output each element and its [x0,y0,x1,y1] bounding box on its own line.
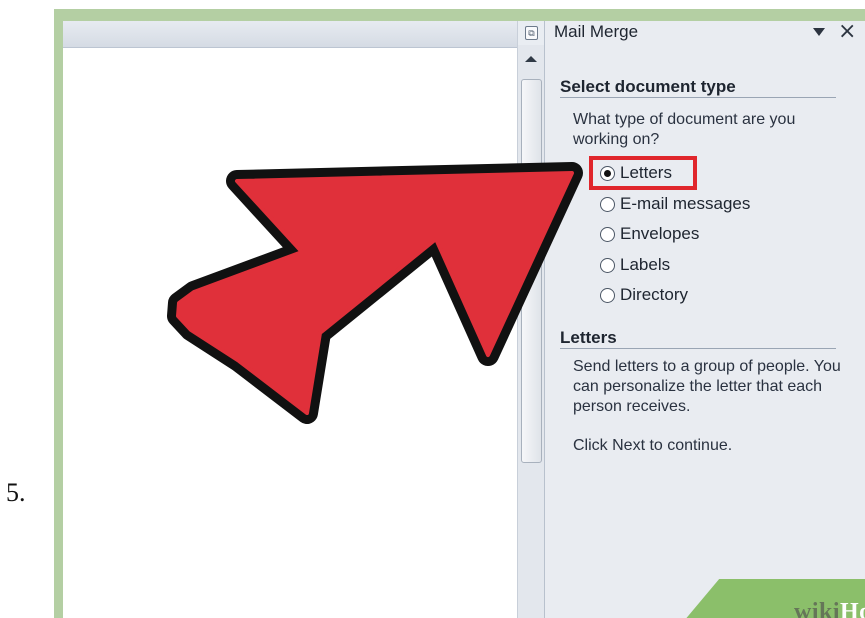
pointer-arrow-overlay [167,162,583,424]
